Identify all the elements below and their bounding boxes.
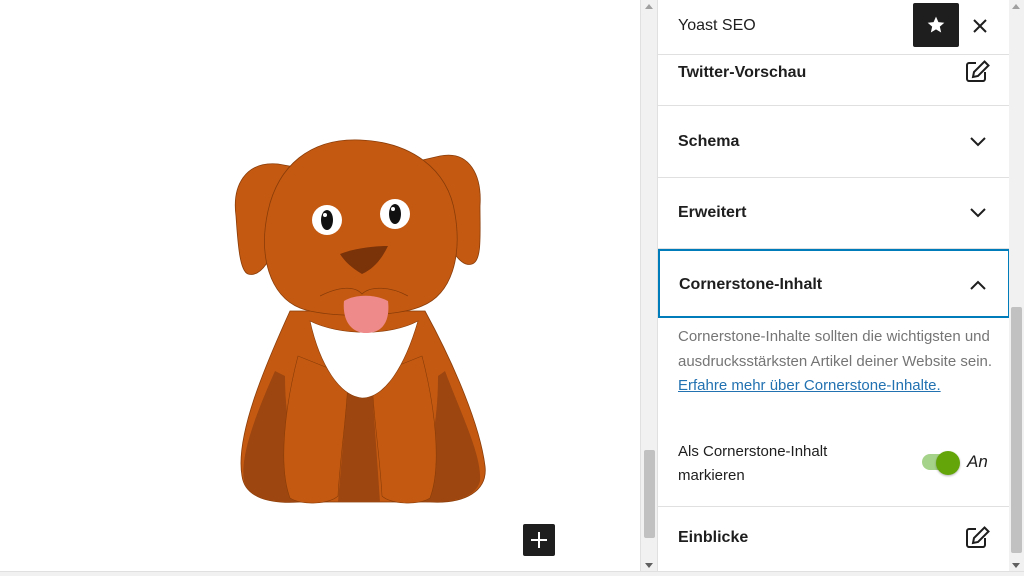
dog-illustration[interactable] (230, 136, 490, 506)
edit-icon[interactable] (964, 57, 992, 85)
scrollbar-thumb[interactable] (1011, 307, 1022, 553)
toggle-knob (936, 451, 960, 475)
cornerstone-learn-more-link[interactable]: Erfahre mehr über Cornerstone-Inhalte. (678, 377, 941, 394)
panel-label-cornerstone: Cornerstone-Inhalt (679, 276, 823, 293)
panel-label-erweitert: Erweitert (678, 204, 747, 221)
cornerstone-toggle-label: Als Cornerstone-Inhalt markieren (678, 443, 828, 484)
bottom-edge (0, 571, 1024, 576)
panel-erweitert[interactable]: Erweitert (658, 178, 1010, 249)
scroll-up-arrow[interactable] (1012, 4, 1020, 9)
scrollbar-thumb[interactable] (644, 450, 655, 538)
chevron-down-icon[interactable] (964, 199, 992, 227)
panel-schema[interactable]: Schema (658, 106, 1010, 178)
panel-label-einblicke: Einblicke (678, 529, 749, 546)
close-icon (973, 19, 987, 33)
panel-einblicke[interactable]: Einblicke (658, 506, 1010, 570)
cornerstone-description: Cornerstone-Inhalte sollten die wichtigs… (678, 325, 998, 399)
cornerstone-toggle[interactable] (922, 451, 960, 475)
panel-twitter-preview[interactable]: Twitter-Vorschau (658, 55, 1010, 106)
panel-label-schema: Schema (678, 133, 740, 150)
plus-icon (531, 532, 547, 548)
sidebar-scrollbar[interactable] (1009, 0, 1024, 576)
editor-scrollbar[interactable] (640, 0, 657, 576)
toggle-state-label: An (967, 452, 988, 471)
scroll-down-arrow[interactable] (645, 563, 653, 568)
scroll-down-arrow[interactable] (1012, 563, 1020, 568)
cornerstone-toggle-row: Als Cornerstone-Inhalt markieren An (678, 440, 998, 488)
add-block-button[interactable] (523, 524, 555, 556)
sidebar-title: Yoast SEO (678, 17, 756, 34)
sidebar-header: Yoast SEO (658, 0, 1010, 55)
editor-canvas (0, 0, 640, 576)
star-button[interactable] (913, 3, 959, 47)
scroll-up-arrow[interactable] (645, 4, 653, 9)
star-icon (927, 16, 945, 33)
cornerstone-description-text: Cornerstone-Inhalte sollten die wichtigs… (678, 328, 993, 370)
panel-cornerstone[interactable]: Cornerstone-Inhalt (658, 249, 1010, 318)
close-button[interactable] (966, 12, 994, 40)
yoast-sidebar: Yoast SEO Twitter-Vorschau Schema Erweit… (657, 0, 1010, 576)
panel-label-twitter: Twitter-Vorschau (678, 64, 807, 81)
chevron-up-icon[interactable] (964, 271, 992, 299)
edit-icon[interactable] (964, 523, 992, 551)
chevron-down-icon[interactable] (964, 128, 992, 156)
